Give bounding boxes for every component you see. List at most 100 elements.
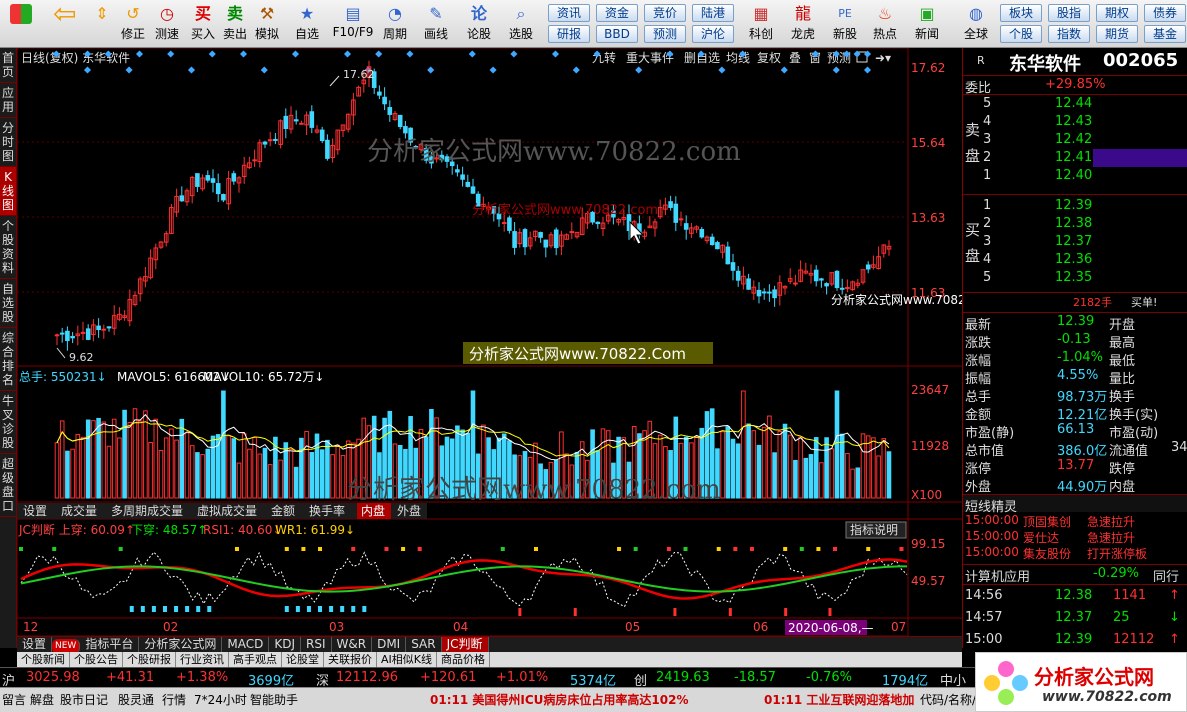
simulate-button[interactable]: ⚒ 模拟: [252, 2, 282, 46]
pill-funds2[interactable]: 基金: [1144, 25, 1186, 43]
candle-body: [65, 330, 70, 342]
btab-rsi[interactable]: RSI: [301, 637, 332, 652]
ntab-experts[interactable]: 高手观点: [229, 652, 282, 667]
sidebar-item-kline[interactable]: K线图: [0, 167, 16, 216]
volume-bar: [839, 433, 845, 499]
pill-news[interactable]: 资讯: [548, 4, 590, 22]
back-button[interactable]: ⇦: [44, 0, 84, 46]
btab-sar[interactable]: SAR: [406, 637, 442, 652]
pill-auction[interactable]: 竞价: [644, 4, 686, 22]
vol-tab-virtual[interactable]: 虚拟成交量: [197, 503, 257, 518]
vol-tab-multi[interactable]: 多周期成交量: [111, 503, 183, 518]
sidebar-item-profile[interactable]: 个股资料: [0, 216, 16, 279]
status-quotes[interactable]: 行情: [162, 691, 186, 708]
pill-forecast[interactable]: 预测: [644, 25, 686, 43]
signal-diamond-icon: [832, 66, 840, 74]
pill-stock[interactable]: 个股: [1000, 25, 1042, 43]
vol-tab-outer[interactable]: 外盘: [397, 503, 421, 518]
pill-index-futures[interactable]: 股指: [1048, 4, 1090, 22]
pill-hk-connect[interactable]: 陆港: [692, 4, 734, 22]
status-assistant[interactable]: 智能助手: [250, 691, 298, 708]
speed-test-button[interactable]: ◷ 测速: [150, 2, 184, 46]
ntab-news[interactable]: 个股新闻: [17, 652, 70, 667]
sidebar-item-timeshare[interactable]: 分时图: [0, 118, 16, 167]
ntab-related[interactable]: 关联报价: [324, 652, 377, 667]
vol-tab-amount[interactable]: 金额: [271, 503, 295, 518]
ntab-commodity[interactable]: 商品价格: [437, 652, 490, 667]
pill-index[interactable]: 指数: [1048, 25, 1090, 43]
tool-ma[interactable]: 均线: [726, 51, 750, 65]
status-code-search[interactable]: 代码/名称/: [920, 691, 976, 708]
signal-diamond-icon: [343, 50, 352, 58]
new-stock-button[interactable]: PE 新股: [826, 2, 864, 46]
sidebar-item-diagnose[interactable]: 牛叉诊股: [0, 391, 16, 454]
ntab-ai[interactable]: AI相似K线: [377, 652, 437, 667]
stock-pick-button[interactable]: ⌕ 选股: [502, 2, 540, 46]
sidebar-item-apps[interactable]: 应用: [0, 83, 16, 118]
ntab-forum[interactable]: 论股堂: [282, 652, 324, 667]
volume-bar: [241, 433, 247, 499]
period-button[interactable]: ◔ 周期: [378, 2, 412, 46]
global-button[interactable]: ◍ 全球: [954, 2, 998, 46]
tool-arrow-icon[interactable]: ➜▾: [875, 51, 891, 65]
btab-settings[interactable]: 设置: [17, 637, 53, 652]
sidebar-item-super-order[interactable]: 超级盘口: [0, 454, 16, 517]
status-news-2[interactable]: 01:11 工业互联网迎落地加: [764, 691, 914, 708]
pill-sh-london[interactable]: 沪伦: [692, 25, 734, 43]
home-button[interactable]: [4, 2, 38, 46]
btab-formula[interactable]: 分析家公式网: [139, 637, 223, 652]
price-tick: 17.62: [911, 61, 945, 75]
news-button[interactable]: ▣ 新闻: [908, 2, 946, 46]
btab-jc[interactable]: JC判断: [441, 637, 489, 652]
status-news-1[interactable]: 01:11 美国得州ICU病房床位占用率高达102%: [430, 691, 688, 708]
pill-bonds[interactable]: 债券: [1144, 4, 1186, 22]
btab-platform[interactable]: 指标平台: [80, 637, 140, 652]
btab-kdj[interactable]: KDJ: [269, 637, 302, 652]
tool-overlay[interactable]: 叠: [789, 51, 801, 65]
btab-wr[interactable]: W&R: [332, 637, 373, 652]
sidebar-item-home[interactable]: 首页: [0, 48, 16, 83]
sidebar-item-ranking[interactable]: 综合排名: [0, 328, 16, 391]
tool-events[interactable]: 重大事件: [626, 51, 674, 65]
indicator-bar: [318, 606, 323, 612]
ntab-industry[interactable]: 行业资讯: [176, 652, 229, 667]
vol-tab-turnover[interactable]: 换手率: [309, 503, 345, 518]
vol-tab-inner[interactable]: 内盘: [361, 503, 385, 518]
btab-macd[interactable]: MACD: [222, 637, 270, 652]
vol-tab-volume[interactable]: 成交量: [61, 503, 97, 518]
buy-button[interactable]: 买买入: [188, 2, 218, 46]
indicator-marker: [301, 547, 306, 551]
sidebar-item-watchlist[interactable]: 自选股: [0, 279, 16, 328]
btab-dmi[interactable]: DMI: [372, 637, 407, 652]
ntab-research[interactable]: 个股研报: [123, 652, 176, 667]
pill-options[interactable]: 期权: [1096, 4, 1138, 22]
pill-sector[interactable]: 板块: [1000, 4, 1042, 22]
signal-diamond-icon: [635, 66, 643, 74]
short-item[interactable]: 15:00:00 集友股份 打开涨停板: [963, 544, 1187, 562]
ntab-notice[interactable]: 个股公告: [70, 652, 123, 667]
fix-button[interactable]: ↺ 修正: [118, 2, 148, 46]
dragon-tiger-button[interactable]: 龍龙虎: [784, 2, 822, 46]
volume-bar: [288, 448, 294, 499]
star-market-button[interactable]: ▦ 科创: [742, 2, 780, 46]
tool-adjust[interactable]: 复权: [757, 51, 781, 65]
updown-button[interactable]: ⇕: [88, 2, 116, 46]
pill-funds[interactable]: 资金: [596, 4, 638, 22]
watchlist-button[interactable]: ★ 自选: [288, 2, 326, 46]
draw-line-button[interactable]: ✎ 画线: [418, 2, 454, 46]
discuss-button[interactable]: 论论股: [460, 2, 498, 46]
vol-tab-settings[interactable]: 设置: [23, 504, 47, 518]
kline-chart-area[interactable]: 日线(复权) 东华软件 九转 重大事件 删自选 均线 复权 叠 窗 预测 ➜▾ …: [17, 48, 962, 636]
pill-bbd[interactable]: BBD: [596, 25, 638, 43]
pill-research[interactable]: 研报: [548, 25, 590, 43]
status-analysis[interactable]: 解盘: [30, 691, 54, 708]
sell-button[interactable]: 卖卖出: [220, 2, 250, 46]
pill-futures[interactable]: 期货: [1096, 25, 1138, 43]
indicator-bar: [573, 608, 577, 616]
f10-button[interactable]: ▤ F10/F9: [330, 2, 376, 46]
status-diary[interactable]: 股市日记: [60, 691, 108, 708]
status-247[interactable]: 7*24小时: [194, 691, 247, 708]
status-guling[interactable]: 股灵通: [118, 691, 154, 708]
status-message[interactable]: 留言: [2, 691, 26, 708]
hot-button[interactable]: ♨ 热点: [866, 2, 904, 46]
